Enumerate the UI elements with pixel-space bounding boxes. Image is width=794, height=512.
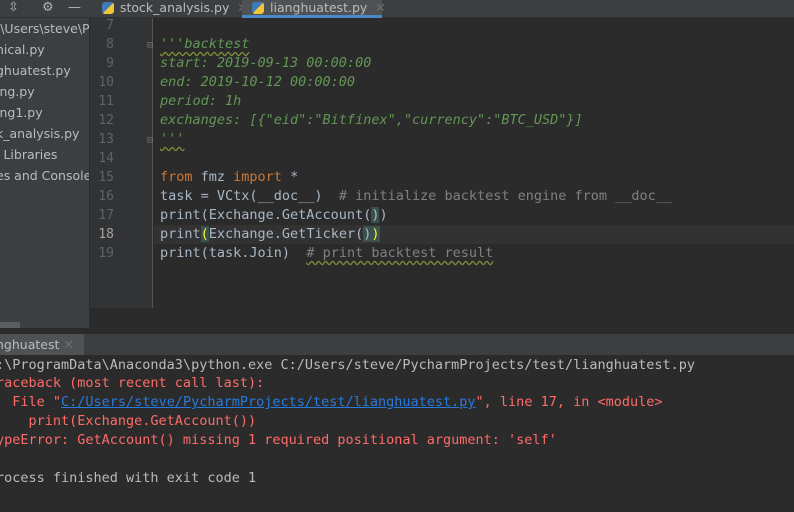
comment: # initialize backtest engine from __doc_… (338, 188, 673, 204)
python-file-icon (252, 2, 264, 14)
matched-bracket: ) (371, 226, 380, 242)
code-text: print(task.Join) (160, 245, 307, 261)
line-number: 18 (98, 227, 114, 242)
line-number: 15 (98, 170, 114, 185)
code-line: end: 2019-10-12 00:00:00 (160, 74, 356, 90)
tab-label: lianghuatest.py (270, 0, 368, 15)
line-number: 11 (98, 94, 114, 109)
code-line: task = VCtx(__doc__) # initialize backte… (160, 188, 672, 204)
code-line: ''' (160, 131, 185, 147)
sidebar-scrollbar[interactable] (0, 322, 20, 328)
sidebar-item-file[interactable]: ghuatest.py (0, 60, 85, 81)
keyword: import (233, 169, 282, 185)
console-error-line: print(Exchange.GetAccount()) (0, 413, 257, 429)
comment: # print backtest result (306, 245, 494, 261)
line-number: 7 (106, 18, 114, 33)
tab-label: stock_analysis.py (120, 0, 230, 15)
run-tab[interactable]: nghuatest ✕ (0, 334, 84, 355)
minimize-icon[interactable]: — (68, 0, 81, 18)
code-text: print (160, 226, 201, 242)
code-line: '''backtest (160, 36, 250, 52)
line-number: 16 (98, 189, 114, 204)
tab-lianghuatest[interactable]: lianghuatest.py ✕ (242, 0, 386, 18)
code-line: from fmz import * (160, 169, 298, 185)
code-text: task = VCtx(__doc__) (160, 188, 339, 204)
console-text: File " (0, 394, 62, 410)
code-text: print(Exchange.GetAccount( (160, 207, 372, 223)
code-line: start: 2019-09-13 00:00:00 (160, 55, 372, 71)
code-line: print(Exchange.GetAccount()) (160, 207, 388, 223)
code-text: Exchange.GetTicker( (208, 226, 364, 242)
line-number: 14 (98, 151, 114, 166)
code-line-current: print(Exchange.GetTicker()) (160, 226, 380, 242)
console-error-line: raceback (most recent call last): (0, 375, 265, 391)
fold-icon[interactable]: ⊟ (147, 40, 153, 51)
code-line: exchanges: [{"eid":"Bitfinex","currency"… (160, 112, 583, 128)
console-error-line: ypeError: GetAccount() missing 1 require… (0, 432, 557, 448)
run-tool-bar: nghuatest ✕ (0, 334, 794, 355)
project-sidebar: :\Users\steve\Py nical.py ghuatest.py in… (0, 18, 90, 328)
sidebar-item-file[interactable]: ing1.py (0, 102, 85, 123)
sidebar-item-file[interactable]: ing.py (0, 81, 85, 102)
matched-bracket: ( (200, 226, 209, 242)
file-link[interactable]: C:/Users/steve/PycharmProjects/test/lian… (61, 394, 476, 410)
code-text: * (281, 169, 299, 185)
console-error-line: File "C:/Users/steve/PycharmProjects/tes… (0, 394, 662, 410)
fold-icon[interactable]: ⊟ (147, 135, 153, 146)
top-bar: ⇳ ⚙ — stock_analysis.py✕ lianghuatest.py… (0, 0, 794, 18)
sidebar-item-path[interactable]: :\Users\steve\Py (0, 18, 89, 39)
sidebar-item-file[interactable]: k_analysis.py (0, 123, 85, 144)
gear-icon[interactable]: ⚙ (42, 0, 54, 18)
close-tab-icon[interactable]: ✕ (63, 337, 73, 352)
module-name: fmz (192, 169, 234, 185)
sidebar-item-file[interactable]: nical.py (0, 39, 85, 60)
bracket: ) (379, 207, 388, 223)
close-tab-icon[interactable]: ✕ (375, 0, 385, 15)
console-line: :\ProgramData\Anaconda3\python.exe C:/Us… (0, 357, 695, 373)
code-line: period: 1h (160, 93, 242, 109)
line-number: 19 (98, 246, 114, 261)
code-line: print(task.Join) # print backtest result (160, 245, 493, 261)
run-console[interactable]: :\ProgramData\Anaconda3\python.exe C:/Us… (0, 355, 794, 512)
python-file-icon (102, 2, 114, 14)
run-tab-label: nghuatest (0, 337, 60, 352)
console-line: rocess finished with exit code 1 (0, 470, 257, 486)
line-number: 9 (106, 56, 114, 71)
line-number: 8 (106, 37, 114, 52)
line-number: 10 (98, 75, 114, 90)
collapse-icon[interactable]: ⇳ (8, 0, 19, 18)
line-number: 13 (98, 132, 114, 147)
keyword: from (160, 169, 193, 185)
tab-stock-analysis[interactable]: stock_analysis.py✕ (92, 0, 248, 18)
sidebar-item-scratches[interactable]: es and Console (0, 165, 89, 186)
console-text: ", line 17, in <module> (475, 394, 663, 410)
editor-bottom (90, 308, 794, 330)
line-number: 12 (98, 113, 114, 128)
line-number: 17 (98, 208, 114, 223)
sidebar-item-external-libraries[interactable]: l Libraries (0, 144, 85, 165)
